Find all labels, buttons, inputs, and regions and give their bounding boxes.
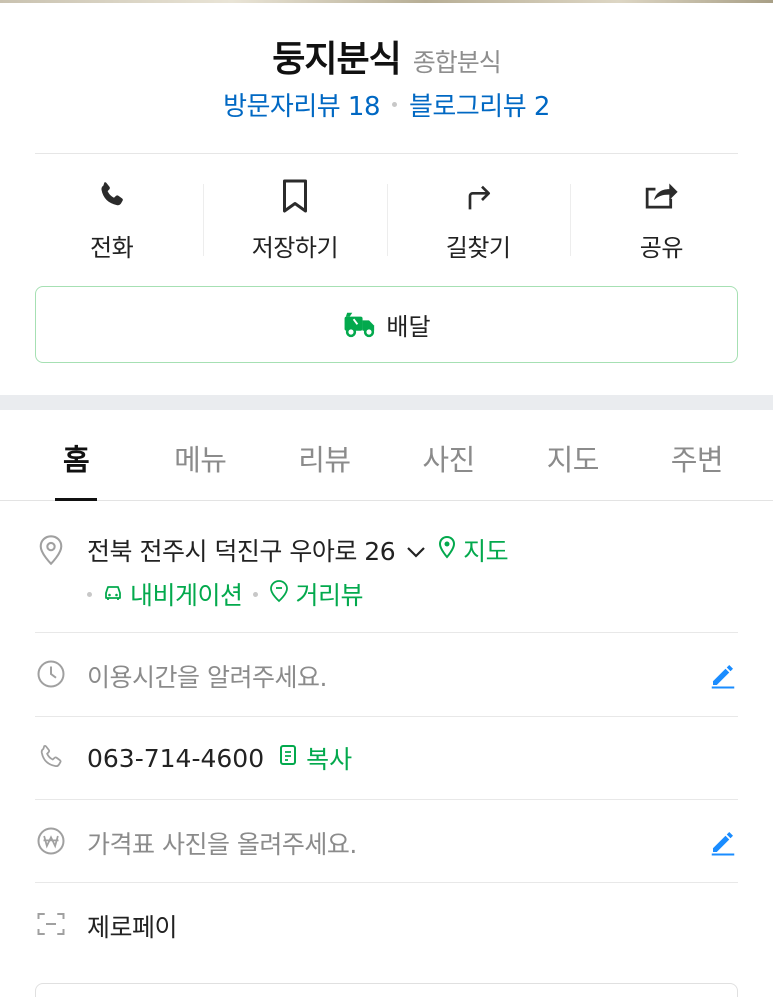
separator-dot bbox=[87, 591, 92, 597]
review-summary: 방문자리뷰 18 블로그리뷰 2 bbox=[0, 86, 773, 123]
map-link[interactable]: 지도 bbox=[437, 532, 509, 568]
action-bar: 전화 저장하기 길찾기 공유 bbox=[20, 170, 753, 266]
directions-button[interactable]: 길찾기 bbox=[386, 170, 570, 266]
delivery-truck-icon bbox=[342, 306, 378, 344]
next-section-card bbox=[35, 983, 738, 997]
bookmark-icon bbox=[275, 176, 315, 216]
tab-nearby[interactable]: 주변 bbox=[635, 410, 759, 500]
tab-menu[interactable]: 메뉴 bbox=[138, 410, 262, 500]
map-pin-icon bbox=[437, 535, 457, 565]
divider bbox=[35, 799, 738, 800]
location-pin-icon bbox=[35, 534, 67, 566]
blog-reviews-link[interactable]: 블로그리뷰 2 bbox=[409, 86, 550, 123]
section-gap bbox=[0, 395, 773, 410]
save-button[interactable]: 저장하기 bbox=[203, 170, 386, 266]
directions-label: 길찾기 bbox=[445, 234, 511, 262]
separator-dot bbox=[252, 591, 258, 597]
place-name: 둥지분식 bbox=[272, 39, 401, 80]
copy-button[interactable]: 복사 bbox=[278, 740, 352, 776]
tab-bar: 홈 메뉴 리뷰 사진 지도 주변 bbox=[0, 410, 773, 501]
divider bbox=[35, 882, 738, 883]
tab-home[interactable]: 홈 bbox=[14, 410, 138, 500]
address-text: 전북 전주시 덕진구 우아로 26 bbox=[87, 537, 396, 566]
address-links: 내비게이션 거리뷰 bbox=[87, 576, 364, 612]
hours-row[interactable]: 이용시간을 알려주세요. bbox=[35, 656, 738, 696]
directions-icon bbox=[458, 176, 498, 216]
delivery-button[interactable]: 배달 bbox=[35, 286, 738, 363]
price-row[interactable]: 가격표 사진을 올려주세요. bbox=[35, 823, 738, 863]
phone-outline-icon bbox=[35, 742, 67, 774]
edit-pencil-icon[interactable] bbox=[708, 827, 738, 857]
phone-row: 063-714-4600 복사 bbox=[35, 740, 738, 780]
place-category: 종합분식 bbox=[412, 48, 502, 77]
map-link-label: 지도 bbox=[463, 537, 509, 566]
address-line: 전북 전주시 덕진구 우아로 26 지도 bbox=[87, 532, 509, 568]
tab-map[interactable]: 지도 bbox=[511, 410, 635, 500]
phone-line: 063-714-4600 복사 bbox=[87, 740, 352, 776]
visitor-reviews-link[interactable]: 방문자리뷰 18 bbox=[223, 86, 380, 123]
call-button[interactable]: 전화 bbox=[20, 170, 203, 266]
share-label: 공유 bbox=[639, 234, 684, 262]
edit-pencil-icon[interactable] bbox=[708, 660, 738, 690]
divider bbox=[35, 632, 738, 633]
zeropay-scan-icon bbox=[35, 908, 67, 940]
copy-icon bbox=[278, 743, 300, 773]
zeropay-label: 제로페이 bbox=[87, 913, 178, 942]
car-icon bbox=[102, 580, 124, 609]
phone-number[interactable]: 063-714-4600 bbox=[87, 744, 264, 773]
call-label: 전화 bbox=[90, 234, 134, 262]
navigation-link-label: 내비게이션 bbox=[130, 581, 243, 610]
save-label: 저장하기 bbox=[251, 234, 339, 262]
streetview-icon bbox=[268, 579, 290, 609]
tab-photos[interactable]: 사진 bbox=[387, 410, 511, 500]
price-placeholder: 가격표 사진을 올려주세요. bbox=[87, 830, 357, 859]
share-icon bbox=[641, 176, 681, 216]
cover-image-edge bbox=[0, 0, 773, 3]
street-view-link[interactable]: 거리뷰 bbox=[268, 576, 364, 612]
clock-icon bbox=[35, 658, 67, 690]
tab-reviews[interactable]: 리뷰 bbox=[262, 410, 386, 500]
title-row: 둥지분식 종합분식 bbox=[0, 30, 773, 82]
zeropay-row: 제로페이 bbox=[35, 906, 738, 946]
hours-placeholder: 이용시간을 알려주세요. bbox=[87, 663, 327, 692]
copy-label: 복사 bbox=[306, 745, 353, 774]
won-icon bbox=[35, 825, 67, 857]
delivery-label: 배달 bbox=[386, 313, 431, 341]
divider bbox=[35, 153, 738, 154]
chevron-down-icon[interactable] bbox=[405, 536, 427, 565]
phone-icon bbox=[92, 176, 132, 216]
share-button[interactable]: 공유 bbox=[569, 170, 753, 266]
navigation-link[interactable]: 내비게이션 bbox=[102, 576, 243, 612]
street-view-label: 거리뷰 bbox=[295, 581, 364, 610]
divider bbox=[35, 716, 738, 717]
address-row: 전북 전주시 덕진구 우아로 26 지도 내비게이션 거리뷰 bbox=[35, 530, 738, 620]
separator-dot bbox=[392, 102, 398, 107]
